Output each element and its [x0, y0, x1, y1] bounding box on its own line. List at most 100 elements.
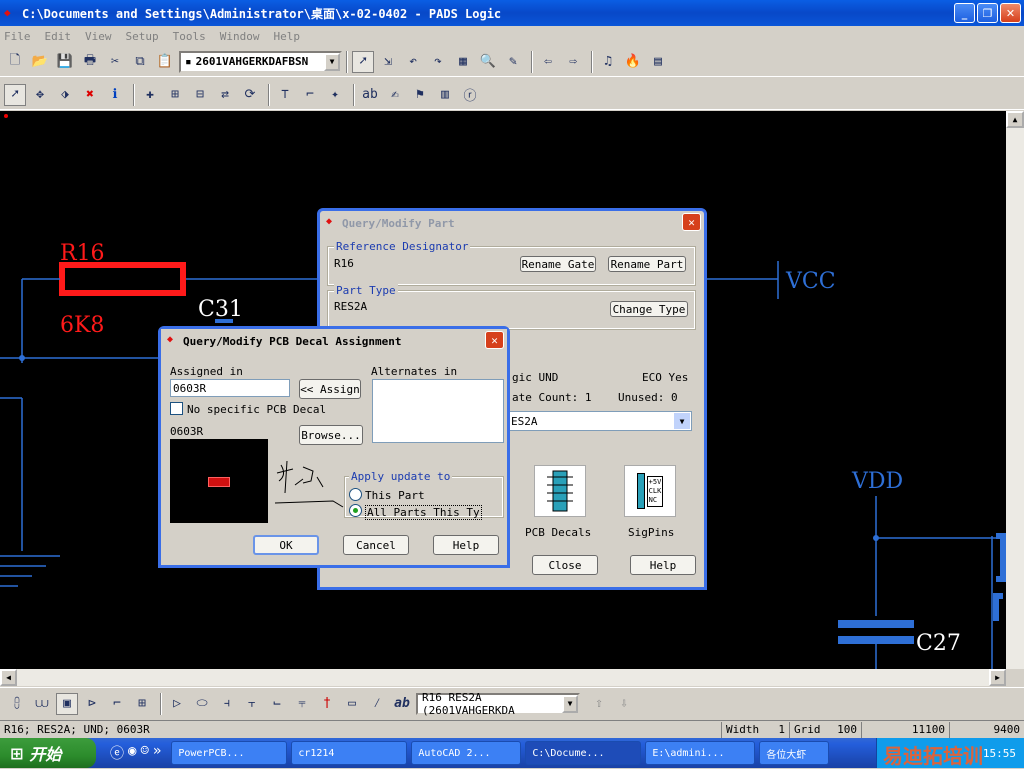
select-arrow-icon[interactable]: ➚: [4, 83, 26, 106]
arrow-down-icon[interactable]: ⇩: [613, 693, 635, 715]
bus-entry-icon[interactable]: ⌐: [299, 84, 321, 106]
menu-setup[interactable]: Setup: [126, 30, 159, 43]
swap-icon[interactable]: ⇄: [214, 84, 236, 106]
arrow-up-icon[interactable]: ⇧: [588, 693, 610, 715]
wire-icon[interactable]: ⬗: [54, 84, 76, 106]
maximize-button[interactable]: ❐: [977, 3, 998, 23]
bus-icon[interactable]: ⌐: [106, 693, 128, 715]
assign-button[interactable]: << Assign: [299, 379, 361, 399]
select-pointer-icon[interactable]: ➚: [352, 50, 374, 73]
scroll-up-icon[interactable]: ▲: [1006, 111, 1024, 128]
task-autocad[interactable]: AutoCAD 2...: [411, 741, 522, 765]
change-type-button[interactable]: Change Type: [610, 301, 688, 317]
junction-icon[interactable]: ⌙: [266, 693, 288, 715]
rename-gate-button[interactable]: Rename Gate: [520, 256, 596, 272]
scroll-left-icon[interactable]: ◀: [0, 669, 17, 686]
open-folder-icon[interactable]: 📂: [29, 51, 51, 73]
close-button[interactable]: ✕: [1000, 3, 1021, 23]
cancel-button[interactable]: Cancel: [343, 535, 409, 555]
text-icon[interactable]: ab: [359, 84, 381, 106]
add-bus-icon[interactable]: ⊟: [189, 84, 211, 106]
pen-icon[interactable]: ✎: [502, 51, 524, 73]
minimize-button[interactable]: _: [954, 3, 975, 23]
browse-button[interactable]: Browse...: [299, 425, 363, 445]
cut-icon[interactable]: ✂: [104, 51, 126, 73]
part-mode-icon[interactable]: ▣: [56, 692, 78, 715]
print-icon[interactable]: 🖶: [79, 51, 101, 73]
task-powerpcb[interactable]: PowerPCB...: [171, 741, 288, 765]
decal-dialog-close-button[interactable]: ✕: [485, 331, 504, 349]
start-button[interactable]: ⊞ 开始: [0, 738, 96, 768]
task-pads-logic[interactable]: C:\Docume...: [525, 741, 642, 765]
chevron-down-icon[interactable]: ▼: [324, 52, 340, 71]
more-icon[interactable]: »: [153, 743, 161, 763]
save-icon[interactable]: 💾: [54, 51, 76, 73]
task-cr1214[interactable]: cr1214: [291, 741, 408, 765]
flag-icon[interactable]: ⚑: [409, 84, 431, 106]
part-selector-combo[interactable]: ▪ 2601VAHGERKDAFBSN ▼: [179, 50, 342, 73]
c31-reference-label[interactable]: C31: [198, 297, 243, 322]
undo-icon[interactable]: ↶: [402, 51, 424, 73]
part-dialog-close-button-bottom[interactable]: Close: [532, 555, 598, 575]
net-label-icon[interactable]: ✦: [324, 84, 346, 106]
menu-edit[interactable]: Edit: [45, 30, 72, 43]
part-dialog-close-button[interactable]: ✕: [682, 213, 701, 231]
ie-icon[interactable]: ⓔ: [110, 743, 124, 763]
ref-icon[interactable]: ⓡ: [459, 84, 481, 106]
task-explorer[interactable]: E:\admini...: [645, 741, 756, 765]
offpage-icon[interactable]: ⬭: [191, 693, 213, 715]
forward-icon[interactable]: ⇨: [562, 51, 584, 73]
decal-help-button[interactable]: Help: [433, 535, 499, 555]
this-part-radio[interactable]: [349, 488, 362, 501]
vdd-label[interactable]: VDD: [852, 469, 903, 494]
menu-tools[interactable]: Tools: [173, 30, 206, 43]
all-parts-radio[interactable]: [349, 504, 362, 517]
pcb-decals-icon-button[interactable]: [534, 465, 586, 517]
penguin-icon[interactable]: ☺: [140, 743, 148, 763]
component-icon[interactable]: ▷: [166, 693, 188, 715]
properties-icon[interactable]: ▤: [647, 51, 669, 73]
decal-select[interactable]: ES2A ▼: [508, 411, 692, 431]
add-connection-icon[interactable]: ⊞: [164, 84, 186, 106]
pin-end-icon[interactable]: ⫧: [291, 693, 313, 715]
chevron-down-icon[interactable]: ▼: [562, 694, 578, 713]
rename-part-button[interactable]: Rename Part: [608, 256, 686, 272]
gate-icon[interactable]: ⊳: [81, 693, 103, 715]
ground-icon[interactable]: ⫟: [241, 693, 263, 715]
c27-reference-label[interactable]: C27: [916, 631, 961, 656]
redo-icon[interactable]: ↷: [427, 51, 449, 73]
selected-part-combo[interactable]: R16 RES2A (2601VAHGERKDA ▼: [416, 691, 580, 717]
rotate-icon[interactable]: ⟳: [239, 84, 261, 106]
delete-icon[interactable]: ✖: [79, 84, 101, 106]
sigpins-icon-button[interactable]: +5V CLK NC: [624, 465, 676, 517]
add-part-icon[interactable]: ✚: [139, 84, 161, 106]
vertical-scrollbar[interactable]: ▲: [1006, 111, 1024, 669]
r16-value-label[interactable]: 6K8: [60, 313, 104, 338]
info-icon[interactable]: ℹ: [104, 84, 126, 106]
menu-view[interactable]: View: [85, 30, 112, 43]
select-tool-icon[interactable]: ⇲: [377, 51, 399, 73]
back-icon[interactable]: ⇦: [537, 51, 559, 73]
assigned-decal-input[interactable]: 0603R: [170, 379, 290, 397]
task-chat[interactable]: 各位大虾: [759, 741, 830, 765]
r16-reference-label[interactable]: R16: [60, 241, 105, 266]
move-icon[interactable]: ✥: [29, 84, 51, 106]
line-icon[interactable]: ⁄: [366, 693, 388, 715]
chevron-down-icon[interactable]: ▼: [674, 413, 690, 429]
connector-icon[interactable]: ⫞: [216, 693, 238, 715]
zoom-icon[interactable]: 🔍: [477, 51, 499, 73]
pin-icon[interactable]: ⊤: [274, 84, 296, 106]
label-icon[interactable]: ▭: [341, 693, 363, 715]
scroll-right-icon[interactable]: ▶: [989, 669, 1006, 686]
flame-icon[interactable]: 🔥: [622, 51, 644, 73]
new-file-icon[interactable]: 🗋: [4, 51, 26, 73]
alternates-list[interactable]: [372, 379, 504, 443]
field-icon[interactable]: ✍: [384, 84, 406, 106]
music-icon[interactable]: ♫: [597, 51, 619, 73]
power-icon[interactable]: †: [316, 693, 338, 715]
wire-mode-icon[interactable]: ⩉: [6, 693, 28, 715]
sheet-icon[interactable]: ▦: [452, 51, 474, 73]
copy-icon[interactable]: ⧉: [129, 51, 151, 73]
attribute-icon[interactable]: ▥: [434, 84, 456, 106]
paste-icon[interactable]: 📋: [154, 51, 176, 73]
